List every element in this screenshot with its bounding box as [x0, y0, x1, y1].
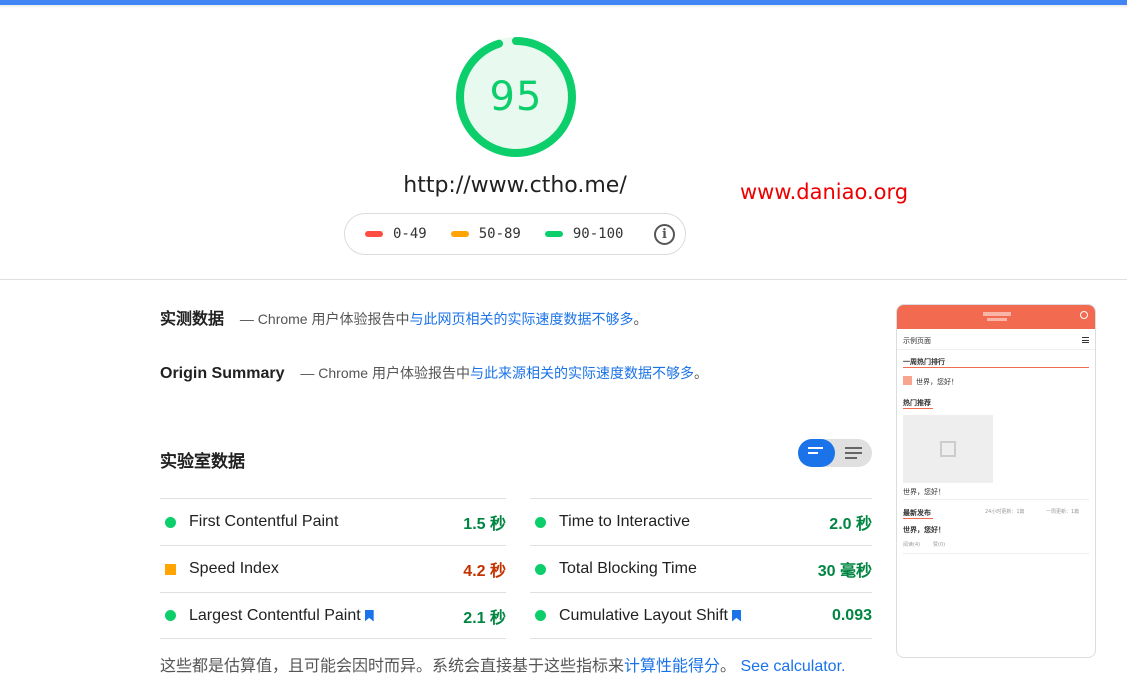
lab-data-title: 实验室数据: [160, 452, 245, 471]
legend-poor-dash: [365, 231, 383, 237]
performance-score-gauge: 95: [452, 33, 580, 161]
metric-total-blocking-time: Total Blocking Time 30 毫秒: [530, 545, 872, 592]
preview-section-underline: [903, 518, 933, 519]
estimate-note-sep: 。: [720, 658, 737, 675]
preview-item: 世界，您好！: [903, 488, 945, 496]
good-indicator-icon: [165, 516, 176, 528]
top-bar-shadow: [0, 5, 1127, 8]
preview-section-hot: 热门推荐: [903, 399, 931, 407]
preview-post-title: 世界，您好！: [903, 526, 945, 534]
expanded-view-button[interactable]: [835, 439, 872, 467]
metrics-column-left: First Contentful Paint 1.5 秒 Speed Index…: [160, 498, 506, 639]
origin-summary-suffix: 。: [693, 365, 708, 381]
score-calc-link[interactable]: 计算性能得分: [624, 658, 720, 675]
preview-tab-24h: 24小时更新：1篇: [985, 509, 1025, 515]
field-data-link[interactable]: 与此网页相关的实际速度数据不够多: [409, 311, 633, 327]
metric-label: Largest Contentful Paint: [189, 607, 463, 625]
bookmark-icon: [364, 609, 374, 622]
legend-average-dash: [450, 231, 469, 237]
info-icon[interactable]: i: [654, 224, 675, 245]
origin-summary-link[interactable]: 与此来源相关的实际速度数据不够多: [470, 365, 694, 381]
metric-time-to-interactive: Time to Interactive 2.0 秒: [530, 498, 872, 545]
metric-value: 2.1 秒: [463, 609, 506, 627]
field-data-row: 实测数据 — Chrome 用户体验报告中与此网页相关的实际速度数据不够多。: [160, 305, 647, 329]
legend-item-good: 90-100: [544, 226, 624, 242]
field-data-prefix: — Chrome 用户体验报告中: [239, 311, 410, 327]
metrics-view-toggle[interactable]: [798, 439, 872, 467]
metric-label: Speed Index: [189, 560, 463, 578]
field-data-suffix: 。: [633, 311, 648, 327]
legend-item-poor: 0-49: [365, 226, 427, 242]
metric-largest-contentful-paint: Largest Contentful Paint 2.1 秒: [160, 592, 506, 639]
compact-view-button[interactable]: [798, 439, 835, 467]
compact-view-icon: [808, 447, 825, 459]
preview-image-placeholder-icon: [940, 441, 956, 457]
good-indicator-icon: [165, 610, 176, 621]
score-legend: 0-49 50-89 90-100 i: [344, 213, 686, 255]
metric-label: First Contentful Paint: [189, 513, 463, 531]
see-calculator-link[interactable]: See calculator.: [741, 658, 846, 675]
preview-logo-sub: [987, 318, 1007, 321]
section-divider: [0, 279, 1127, 280]
average-indicator-icon: [165, 563, 176, 575]
metric-speed-index: Speed Index 4.2 秒: [160, 545, 506, 592]
legend-good-dash: [544, 231, 563, 237]
metric-cumulative-layout-shift: Cumulative Layout Shift 0.093: [530, 592, 872, 639]
legend-good-label: 90-100: [572, 226, 624, 242]
metric-label: Cumulative Layout Shift: [559, 607, 832, 625]
metric-label-text: First Contentful Paint: [189, 513, 339, 530]
metric-value: 0.093: [831, 606, 872, 624]
metric-label-text: Speed Index: [189, 560, 279, 577]
field-data-title: 实测数据: [160, 311, 225, 328]
bookmark-icon: [731, 609, 741, 622]
origin-summary-prefix: — Chrome 用户体验报告中: [300, 365, 470, 381]
performance-score: 95: [489, 74, 543, 120]
preview-thumbnail: [903, 415, 993, 483]
metric-first-contentful-paint: First Contentful Paint 1.5 秒: [160, 498, 506, 545]
good-indicator-icon: [535, 563, 546, 575]
metric-label: Total Blocking Time: [559, 560, 818, 578]
preview-post-reads: 阅读(4): [903, 542, 921, 548]
preview-logo: [983, 312, 1011, 316]
metric-value: 30 毫秒: [817, 563, 872, 580]
preview-search-icon: [1080, 311, 1088, 319]
metric-value: 1.5 秒: [463, 516, 506, 533]
preview-section-weekly: 一周热门排行: [903, 358, 945, 366]
expanded-view-icon: [845, 447, 862, 459]
preview-section-latest: 最新发布: [903, 509, 931, 517]
preview-tab-week: 一周更新：1篇: [1046, 509, 1080, 515]
preview-item: 世界，您好！: [916, 378, 958, 386]
preview-header: [897, 305, 1095, 329]
metric-value: 4.2 秒: [463, 563, 506, 580]
metrics-column-right: Time to Interactive 2.0 秒 Total Blocking…: [530, 498, 872, 639]
legend-poor-label: 0-49: [393, 226, 427, 242]
metric-label-text: Cumulative Layout Shift: [559, 606, 728, 624]
good-indicator-icon: [535, 610, 546, 621]
metric-label-text: Largest Contentful Paint: [189, 606, 361, 624]
good-indicator-icon: [535, 516, 546, 528]
preview-post-likes: 赞(0): [933, 542, 946, 548]
preview-divider: [897, 349, 1095, 350]
preview-divider: [903, 553, 1089, 554]
estimate-note-text: 这些都是估算值，且可能会因时而异。系统会直接基于这些指标来: [160, 658, 625, 675]
metric-label-text: Total Blocking Time: [559, 560, 697, 577]
metric-label-text: Time to Interactive: [559, 513, 691, 530]
origin-summary-title: Origin Summary: [160, 365, 285, 382]
metric-label: Time to Interactive: [559, 513, 829, 531]
legend-item-average: 50-89: [450, 226, 521, 242]
watermark-text: www.daniao.org: [740, 180, 909, 204]
estimate-note: 这些都是估算值，且可能会因时而异。系统会直接基于这些指标来计算性能得分。 See…: [160, 652, 845, 676]
preview-section-underline: [903, 367, 1089, 368]
metric-value: 2.0 秒: [829, 516, 872, 533]
preview-menu-icon: [1082, 337, 1089, 343]
preview-divider: [903, 499, 1089, 500]
preview-nav-title: 示例页面: [903, 337, 931, 345]
preview-rank-badge: [903, 376, 912, 385]
page-screenshot-preview: 示例页面 一周热门排行 世界，您好！ 热门推荐 世界，您好！ 最新发布 24小时…: [896, 304, 1096, 658]
preview-section-underline: [903, 408, 933, 409]
legend-average-label: 50-89: [478, 226, 521, 242]
origin-summary-row: Origin Summary — Chrome 用户体验报告中与此来源相关的实际…: [160, 363, 708, 383]
